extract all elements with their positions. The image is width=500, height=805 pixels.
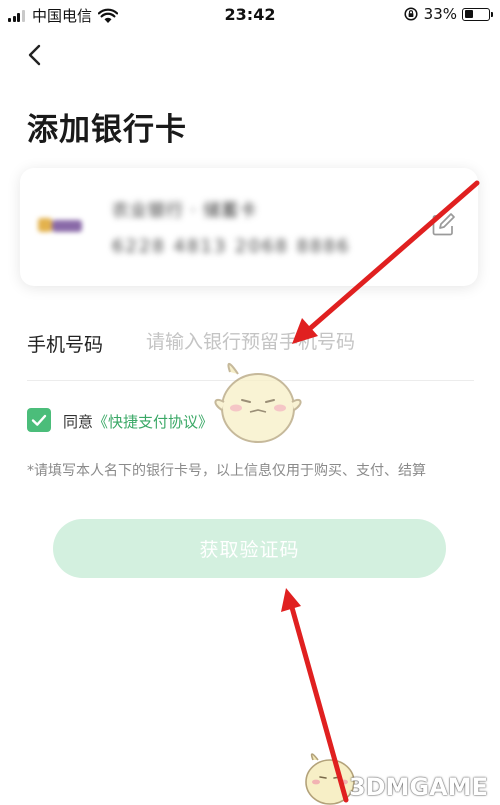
get-code-button[interactable]: 获取验证码	[53, 519, 446, 578]
back-button[interactable]	[20, 40, 50, 70]
bank-card-number: 6228 4813 2068 8886	[112, 236, 351, 257]
bank-card[interactable]: 农业银行 · 储蓄卡 6228 4813 2068 8886	[20, 168, 478, 286]
rotation-lock-icon	[404, 7, 418, 21]
status-right: 33%	[404, 5, 493, 23]
agreement-checkbox[interactable]	[27, 408, 51, 432]
agreement-prefix: 同意	[63, 413, 94, 431]
status-bar: 中国电信 23:42 33%	[0, 0, 500, 30]
chevron-left-icon	[28, 44, 41, 66]
phone-input[interactable]	[146, 324, 466, 360]
phone-label: 手机号码	[27, 334, 104, 356]
battery-icon	[462, 7, 493, 21]
agreement-text: 同意《快捷支付协议》	[63, 411, 213, 432]
page-title: 添加银行卡	[27, 112, 187, 148]
payment-agreement-link[interactable]: 《快捷支付协议》	[93, 413, 213, 431]
battery-percent: 33%	[423, 5, 457, 23]
check-icon	[31, 414, 47, 426]
mascot-icon	[214, 363, 302, 443]
edit-icon[interactable]	[430, 212, 456, 238]
bank-logo	[38, 216, 84, 236]
watermark-logo: 3DMGAME	[348, 773, 488, 801]
notice-text: *请填写本人名下的银行卡号，以上信息仅用于购买、支付、结算	[27, 463, 426, 479]
bank-card-name: 农业银行 · 储蓄卡	[112, 201, 258, 221]
